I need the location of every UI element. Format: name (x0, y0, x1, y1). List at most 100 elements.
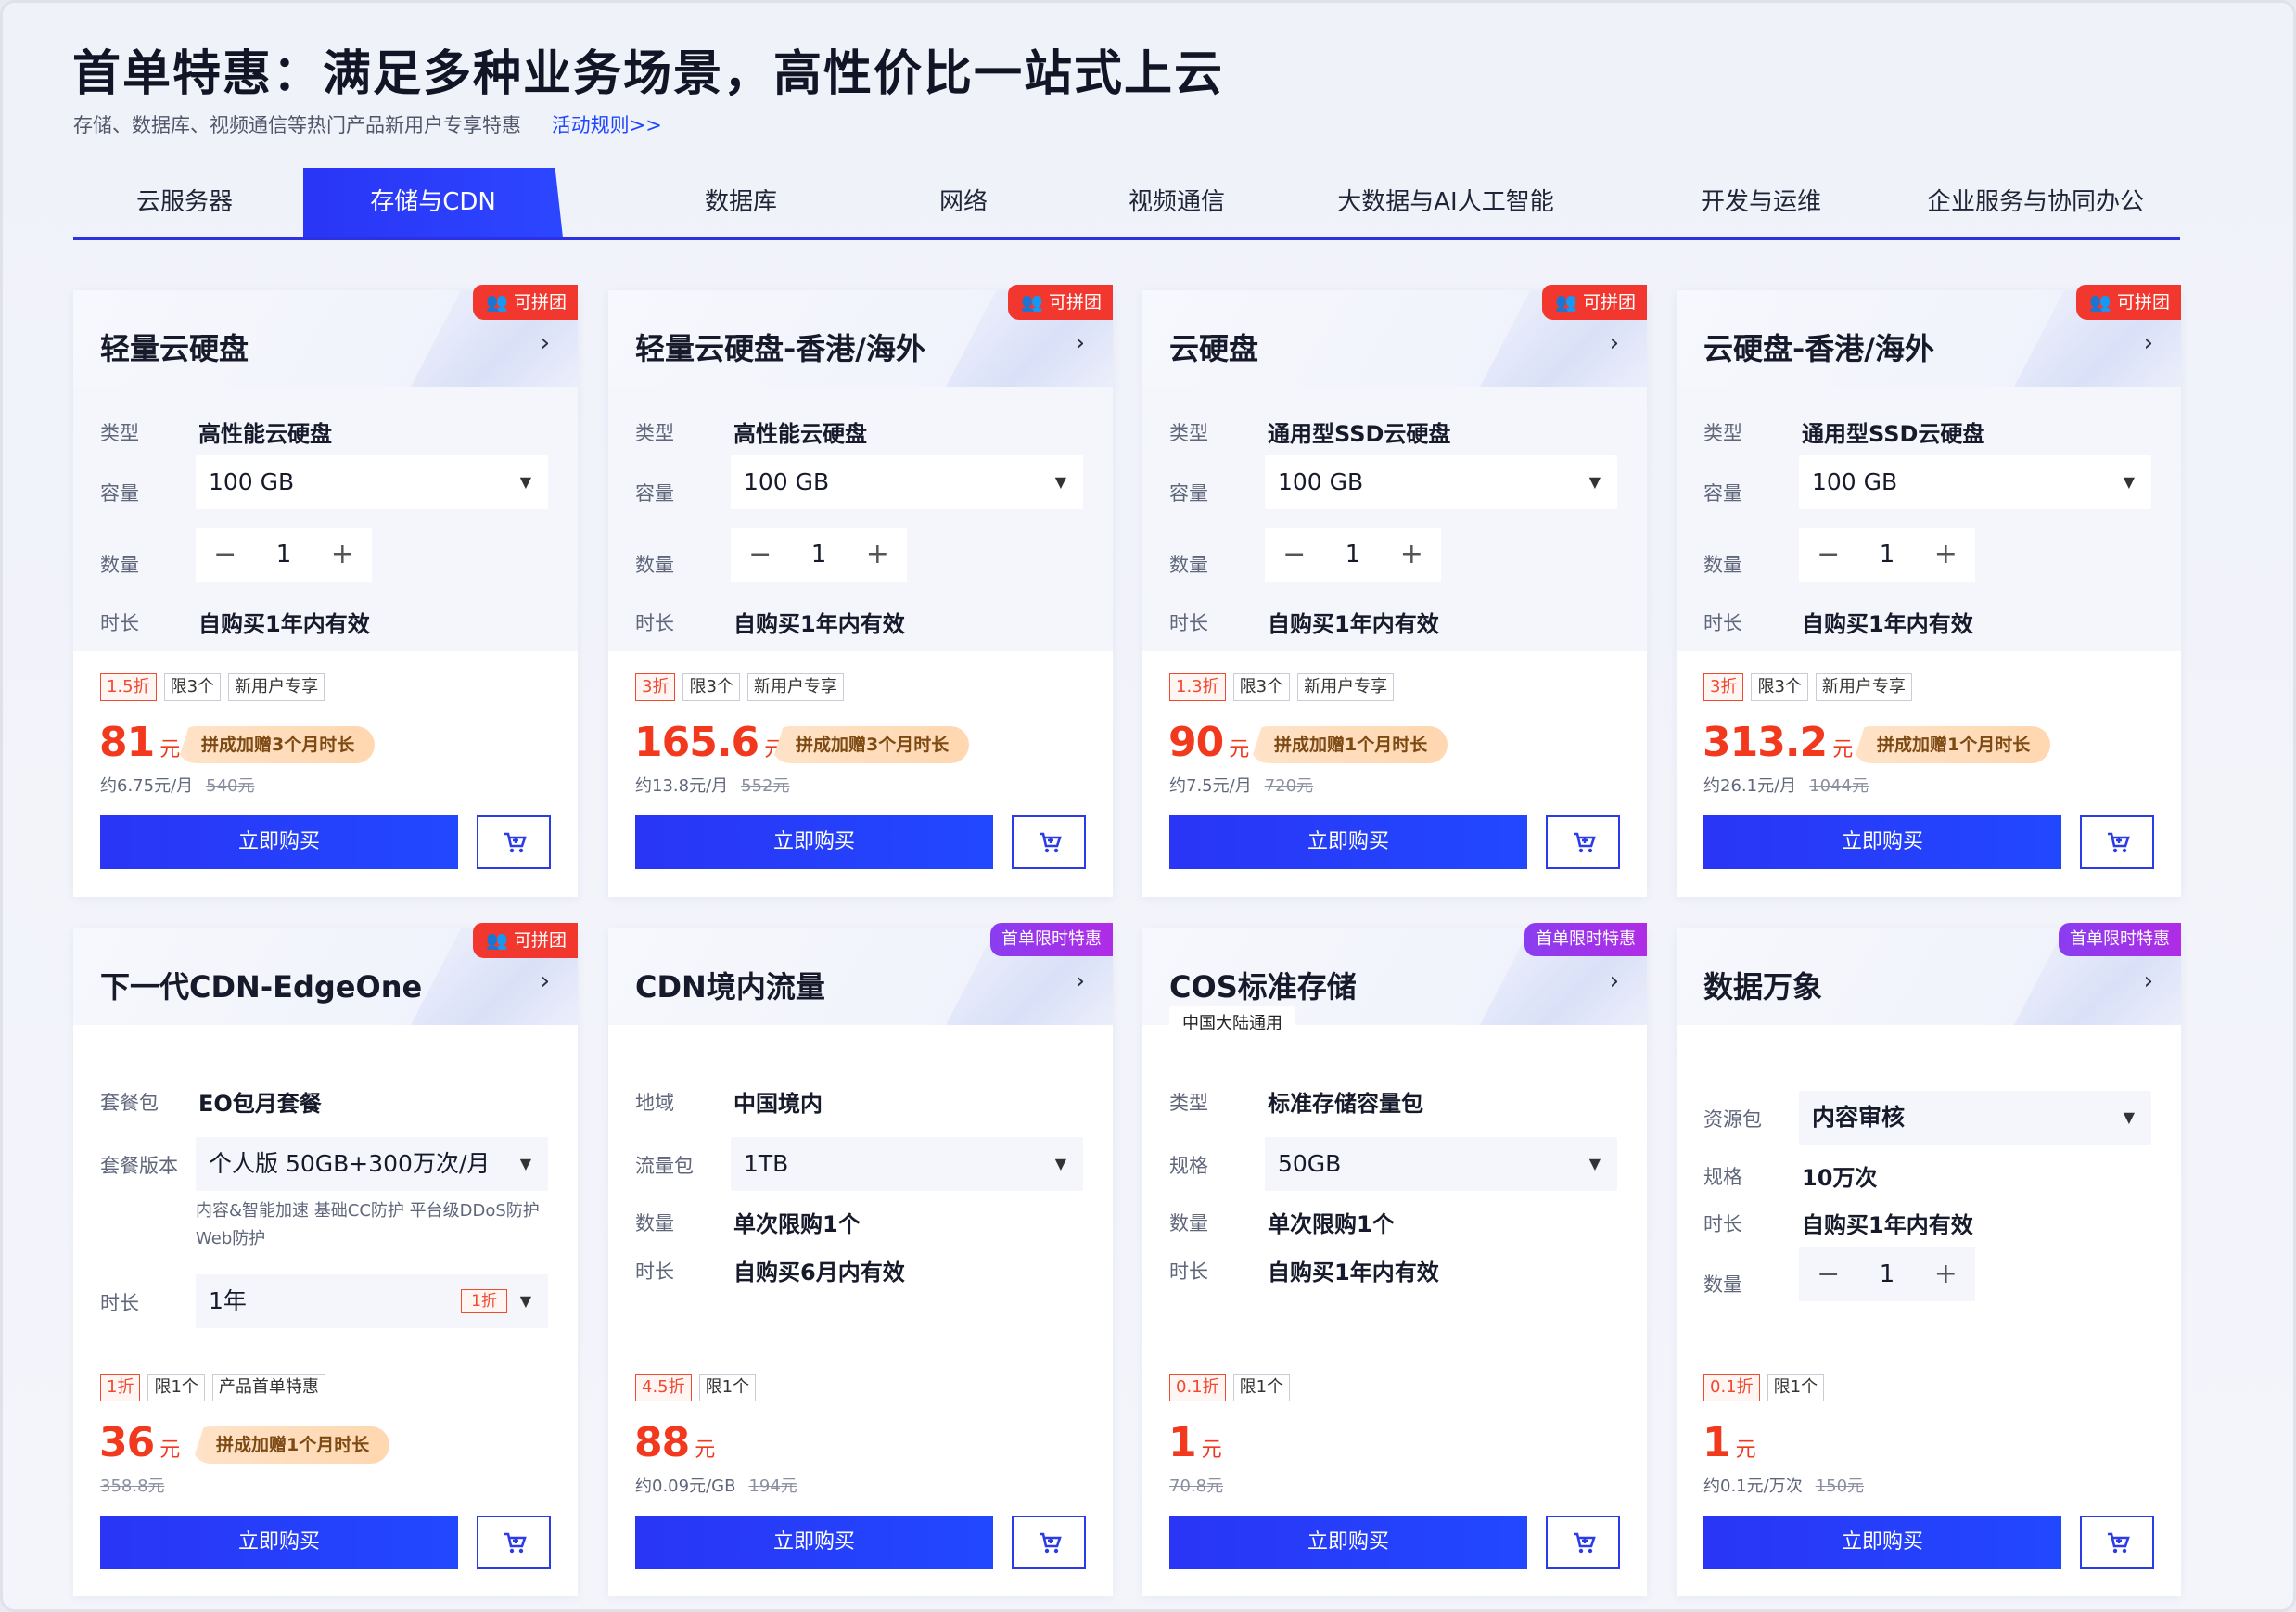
tab-cloud-server[interactable]: 云服务器 (73, 168, 296, 237)
minus-button[interactable]: − (1799, 528, 1857, 582)
tab-video[interactable]: 视频通信 (1056, 168, 1297, 237)
discount-tag: 0.1折 (1169, 1374, 1226, 1401)
tag-list: 1.3折 限3个 新用户专享 (1169, 673, 1395, 701)
limit-tag: 限3个 (682, 673, 740, 701)
buy-now-button[interactable]: 立即购买 (1703, 1516, 2061, 1569)
badge-label: 可拼团 (2116, 292, 2170, 313)
minus-button[interactable]: − (731, 528, 789, 582)
add-to-cart-button[interactable] (1546, 815, 1620, 869)
capacity-select[interactable]: 100 GB ▼ (1265, 455, 1617, 509)
size-select[interactable]: 50GB ▼ (1265, 1137, 1617, 1191)
group-icon: 👥 (1555, 292, 1577, 313)
product-card: 👥 可拼团 云硬盘 › 类型 通用型SSD云硬盘 容量 100 GB ▼ 数量 −1… (1142, 285, 1647, 897)
capacity-select[interactable]: 100 GB ▼ (731, 455, 1083, 509)
chevron-right-icon[interactable]: › (1610, 967, 1619, 995)
spec-label: 容量 (1703, 482, 1742, 505)
buy-now-button[interactable]: 立即购买 (635, 815, 993, 869)
resource-pack-select[interactable]: 内容审核 ▼ (1799, 1091, 2151, 1145)
duration-select[interactable]: 1年 1折 ▼ (196, 1274, 548, 1328)
price: 1元 (1168, 1419, 1222, 1466)
limit-tag: 限3个 (1232, 673, 1291, 701)
add-to-cart-button[interactable] (477, 815, 551, 869)
chevron-right-icon[interactable]: › (1610, 329, 1619, 357)
tag-list: 4.5折 限1个 (635, 1374, 757, 1401)
limit-tag: 限1个 (147, 1374, 205, 1401)
plus-button[interactable]: + (1383, 528, 1441, 582)
tab-enterprise[interactable]: 企业服务与协同办公 (1891, 168, 2180, 237)
group-icon: 👥 (486, 930, 508, 951)
tab-database[interactable]: 数据库 (593, 168, 889, 237)
quantity-value[interactable]: 1 (1857, 1247, 1916, 1301)
buy-now-button[interactable]: 立即购买 (100, 1516, 458, 1569)
chevron-right-icon[interactable]: › (2144, 967, 2153, 995)
spec-value: 中国境内 (733, 1091, 823, 1117)
spec-label: 容量 (1169, 482, 1208, 505)
add-to-cart-button[interactable] (1546, 1516, 1620, 1569)
add-to-cart-button[interactable] (1012, 1516, 1086, 1569)
chevron-right-icon[interactable]: › (2144, 329, 2153, 357)
add-to-cart-button[interactable] (477, 1516, 551, 1569)
cart-icon (1574, 832, 1596, 853)
tab-bigdata-ai[interactable]: 大数据与AI人工智能 (1279, 168, 1613, 237)
plus-button[interactable]: + (1917, 528, 1975, 582)
capacity-select[interactable]: 100 GB ▼ (1799, 455, 2151, 509)
price: 313.2 元 (1703, 719, 1853, 766)
plus-button[interactable]: + (848, 528, 907, 582)
group-buy-badge: 👥 可拼团 (1008, 285, 1113, 320)
chevron-right-icon[interactable]: › (541, 329, 550, 357)
plus-button[interactable]: + (313, 528, 372, 582)
quantity-value[interactable]: 1 (254, 528, 313, 582)
page-subtitle: 存储、数据库、视频通信等热门产品新用户专享特惠 活动规则>> (73, 110, 662, 138)
spec-label: 时长 (1703, 612, 1742, 634)
minus-button[interactable]: − (196, 528, 254, 582)
buy-now-button[interactable]: 立即购买 (1169, 815, 1527, 869)
spec-label: 规格 (1169, 1155, 1208, 1177)
price-detail: 约0.09元/GB 194元 (635, 1473, 797, 1497)
buy-now-button[interactable]: 立即购买 (100, 815, 458, 869)
select-value: 1TB (744, 1150, 789, 1177)
quantity-value[interactable]: 1 (1857, 528, 1916, 582)
caret-down-icon: ▼ (1054, 473, 1066, 491)
tag-list: 3折 限3个 新用户专享 (1703, 673, 1912, 701)
add-to-cart-button[interactable] (2080, 815, 2154, 869)
minus-button[interactable]: − (1799, 1247, 1857, 1301)
product-name: 轻量云硬盘-香港/海外 (635, 331, 925, 366)
original-price: 552元 (741, 776, 790, 796)
group-buy-badge: 👥 可拼团 (473, 285, 578, 320)
traffic-pack-select[interactable]: 1TB ▼ (731, 1137, 1083, 1191)
price-unit: 元 (1229, 738, 1249, 761)
caret-down-icon: ▼ (519, 1155, 531, 1172)
tab-storage-cdn[interactable]: 存储与CDN (303, 168, 563, 237)
chevron-right-icon[interactable]: › (1076, 967, 1085, 995)
version-select[interactable]: 个人版 50GB+300万次/月 ▼ (196, 1137, 548, 1191)
promo-pill: 拼成加赠1个月时长 (1853, 726, 2051, 763)
limit-tag: 限1个 (698, 1374, 757, 1401)
minus-button[interactable]: − (1265, 528, 1323, 582)
tab-devops[interactable]: 开发与运维 (1631, 168, 1891, 237)
chevron-right-icon[interactable]: › (1076, 329, 1085, 357)
limit-tag: 限1个 (1232, 1374, 1291, 1401)
new-user-tag: 新用户专享 (1297, 673, 1395, 701)
activity-rules-link[interactable]: 活动规则>> (552, 114, 662, 136)
chevron-right-icon[interactable]: › (541, 967, 550, 995)
promo-pill: 拼成加赠3个月时长 (177, 726, 376, 763)
tab-network[interactable]: 网络 (871, 168, 1056, 237)
add-to-cart-button[interactable] (2080, 1516, 2154, 1569)
cart-icon (2108, 832, 2130, 853)
buy-now-button[interactable]: 立即购买 (635, 1516, 993, 1569)
add-to-cart-button[interactable] (1012, 815, 1086, 869)
product-name: 云硬盘-香港/海外 (1703, 331, 1934, 366)
capacity-select[interactable]: 100 GB ▼ (196, 455, 548, 509)
plus-button[interactable]: + (1917, 1247, 1975, 1301)
buy-now-button[interactable]: 立即购买 (1169, 1516, 1527, 1569)
spec-label: 时长 (635, 1260, 674, 1283)
page-title: 首单特惠：满足多种业务场景，高性价比一站式上云 (72, 46, 1225, 102)
price-detail: 358.8元 (100, 1473, 165, 1497)
product-name: CDN境内流量 (635, 969, 825, 1004)
quantity-value[interactable]: 1 (789, 528, 848, 582)
price-unit: 元 (695, 1439, 715, 1462)
price-value: 90 (1168, 719, 1224, 766)
buy-now-button[interactable]: 立即购买 (1703, 815, 2061, 869)
quantity-value[interactable]: 1 (1323, 528, 1382, 582)
spec-label: 容量 (100, 482, 139, 505)
